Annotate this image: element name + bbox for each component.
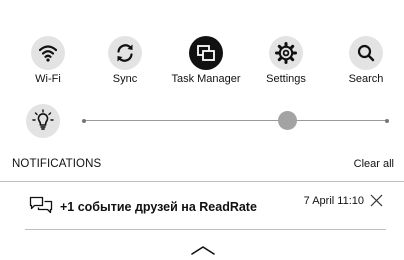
wifi-icon — [31, 36, 65, 70]
slider-start-dot — [82, 118, 86, 123]
brightness-slider-track[interactable] — [82, 120, 388, 121]
settings-label: Settings — [266, 73, 306, 85]
settings-button[interactable]: Settings — [246, 36, 326, 85]
slider-end-dot — [385, 118, 389, 123]
search-button[interactable]: Search — [326, 36, 404, 85]
task-manager-button[interactable]: Task Manager — [166, 36, 246, 85]
close-icon[interactable] — [370, 194, 383, 212]
lightbulb-icon[interactable] — [26, 104, 60, 138]
sync-icon — [108, 36, 142, 70]
sync-label: Sync — [112, 73, 138, 85]
gear-icon — [269, 36, 303, 70]
sync-button[interactable]: Sync — [85, 36, 165, 85]
notifications-title: NOTIFICATIONS — [12, 158, 102, 170]
notification-divider — [25, 229, 386, 230]
wifi-label: Wi-Fi — [35, 73, 61, 85]
brightness-slider-thumb[interactable] — [277, 111, 297, 130]
notification-time: 7 April 11:10 — [303, 195, 364, 207]
notification-item[interactable]: +1 событие друзей на ReadRate 7 April 11… — [0, 182, 404, 230]
chevron-up-icon[interactable] — [190, 242, 216, 260]
wifi-button[interactable]: Wi-Fi — [8, 36, 88, 85]
task-manager-label: Task Manager — [171, 73, 241, 85]
chat-bubbles-icon — [29, 196, 53, 221]
brightness-row — [0, 104, 404, 138]
task-manager-icon — [189, 36, 223, 70]
clear-all-button[interactable]: Clear all — [354, 158, 394, 170]
quick-settings-row: Wi-Fi Sync Task Manager Settings Search — [0, 36, 404, 88]
search-label: Search — [348, 73, 384, 85]
search-icon — [349, 36, 383, 70]
notification-text: +1 событие друзей на ReadRate — [60, 200, 257, 214]
